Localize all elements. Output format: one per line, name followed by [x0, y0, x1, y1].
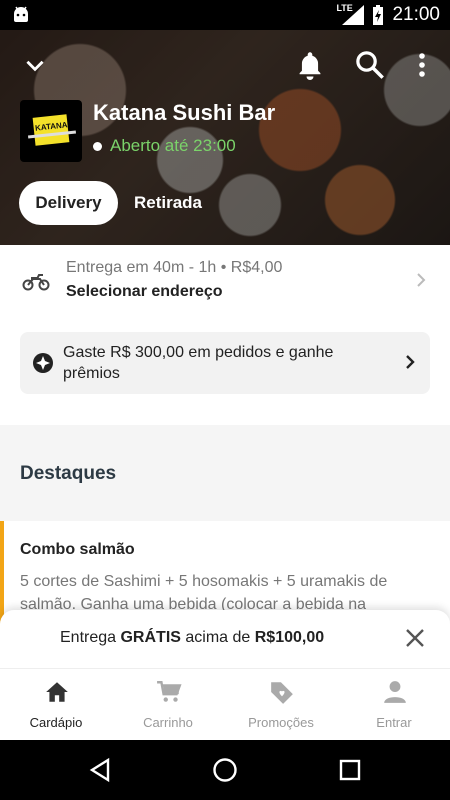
network-type: LTE [336, 3, 353, 13]
clock: 21:00 [392, 4, 440, 25]
nav-item-promocoes[interactable]: Promoções [225, 669, 337, 740]
highlights-header: Destaques [0, 425, 450, 521]
open-status: Aberto até 23:00 [93, 136, 236, 156]
status-bar: LTE 21:00 [0, 0, 450, 30]
status-dot [93, 141, 102, 151]
chevron-right-icon [406, 355, 415, 369]
promo-text: Gaste R$ 300,00 em pedidos e ganhe prêmi… [63, 344, 334, 382]
motorcycle-icon [22, 274, 50, 291]
tab-pickup[interactable]: Retirada [122, 181, 214, 225]
restaurant-logo: KATANA [20, 100, 82, 162]
nav-item-entrar[interactable]: Entrar [338, 669, 450, 740]
home-button-icon[interactable] [211, 756, 239, 784]
restaurant-header: KATANA Katana Sushi Bar Aberto até 23:00… [0, 30, 450, 245]
product-name: Combo salmão [20, 541, 135, 558]
search-icon[interactable] [355, 50, 385, 80]
promo-card[interactable]: Gaste R$ 300,00 em pedidos e ganhe prêmi… [20, 332, 430, 394]
tab-delivery[interactable]: Delivery [19, 181, 118, 225]
free-delivery-text: Entrega GRÁTIS acima de R$100,00 [60, 629, 325, 646]
cart-icon [157, 681, 182, 702]
system-navigation-bar [0, 740, 450, 800]
android-icon [14, 6, 28, 22]
nav-label: Entrar [376, 715, 412, 730]
recents-icon[interactable] [336, 756, 364, 784]
nav-label: Cardápio [29, 715, 83, 730]
person-icon [384, 681, 406, 703]
more-vert-icon[interactable] [410, 50, 434, 80]
delivery-time: Entrega em 40m - 1h • R$4,00 [66, 259, 283, 276]
select-address[interactable]: Selecionar endereço [66, 283, 223, 301]
chevron-right-icon [417, 273, 426, 287]
nav-label: Carrinho [143, 715, 193, 730]
signal-icon: LTE [336, 3, 365, 25]
section-title: Destaques [20, 463, 117, 484]
back-icon[interactable] [86, 756, 114, 784]
chevron-down-icon[interactable] [22, 52, 48, 78]
star-badge-icon [33, 353, 53, 373]
battery-charging-icon [373, 5, 384, 25]
bell-icon[interactable] [296, 50, 324, 80]
nav-item-carrinho[interactable]: Carrinho [112, 669, 224, 740]
open-status-text: Aberto até 23:00 [110, 136, 236, 155]
home-icon [46, 682, 68, 702]
restaurant-name: Katana Sushi Bar [93, 100, 276, 125]
nav-item-cardapio[interactable]: Cardápio [0, 669, 112, 740]
nav-label: Promoções [248, 715, 314, 730]
menu-sheet: Entrega em 40m - 1h • R$4,00 Selecionar … [0, 245, 450, 740]
bottom-navigation: Cardápio Carrinho Promoções Entrar [0, 668, 450, 740]
tag-heart-icon [271, 682, 293, 704]
delivery-address-row[interactable]: Entrega em 40m - 1h • R$4,00 Selecionar … [0, 255, 450, 315]
free-delivery-banner: Entrega GRÁTIS acima de R$100,00 [0, 610, 450, 668]
close-icon[interactable] [405, 628, 425, 648]
